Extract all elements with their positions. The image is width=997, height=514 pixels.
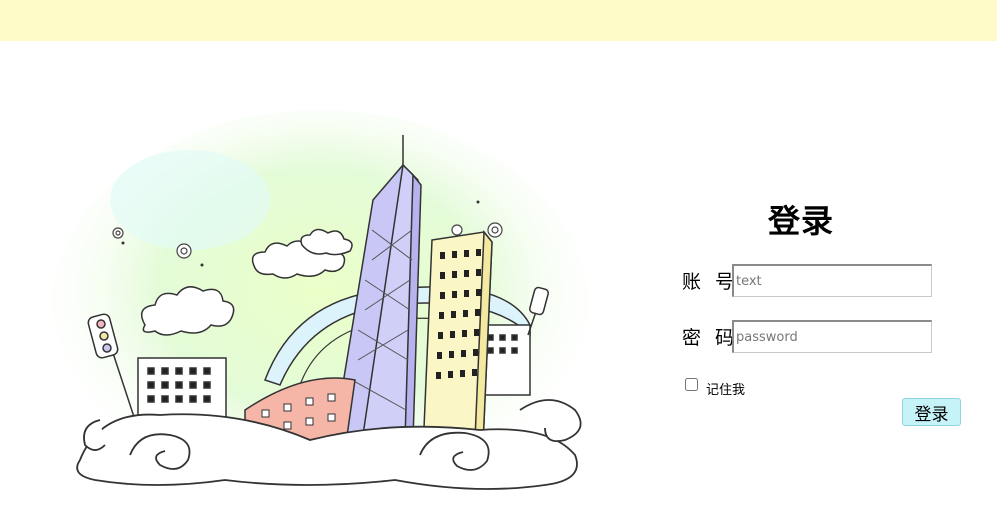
remember-me-label: 记住我 xyxy=(706,383,746,398)
login-panel: 登录 账 号 密 码 记住我 登录 xyxy=(660,190,980,450)
remember-me-checkbox[interactable] xyxy=(685,378,698,391)
top-banner xyxy=(0,0,997,41)
city-buildings-illustration-icon xyxy=(50,110,590,510)
login-title: 登录 xyxy=(768,202,835,240)
account-input[interactable] xyxy=(732,264,932,297)
account-label: 账 号 xyxy=(682,271,739,293)
login-submit-button[interactable]: 登录 xyxy=(902,398,961,426)
city-illustration xyxy=(40,110,600,510)
password-input[interactable] xyxy=(732,320,932,353)
password-label: 密 码 xyxy=(682,327,739,349)
